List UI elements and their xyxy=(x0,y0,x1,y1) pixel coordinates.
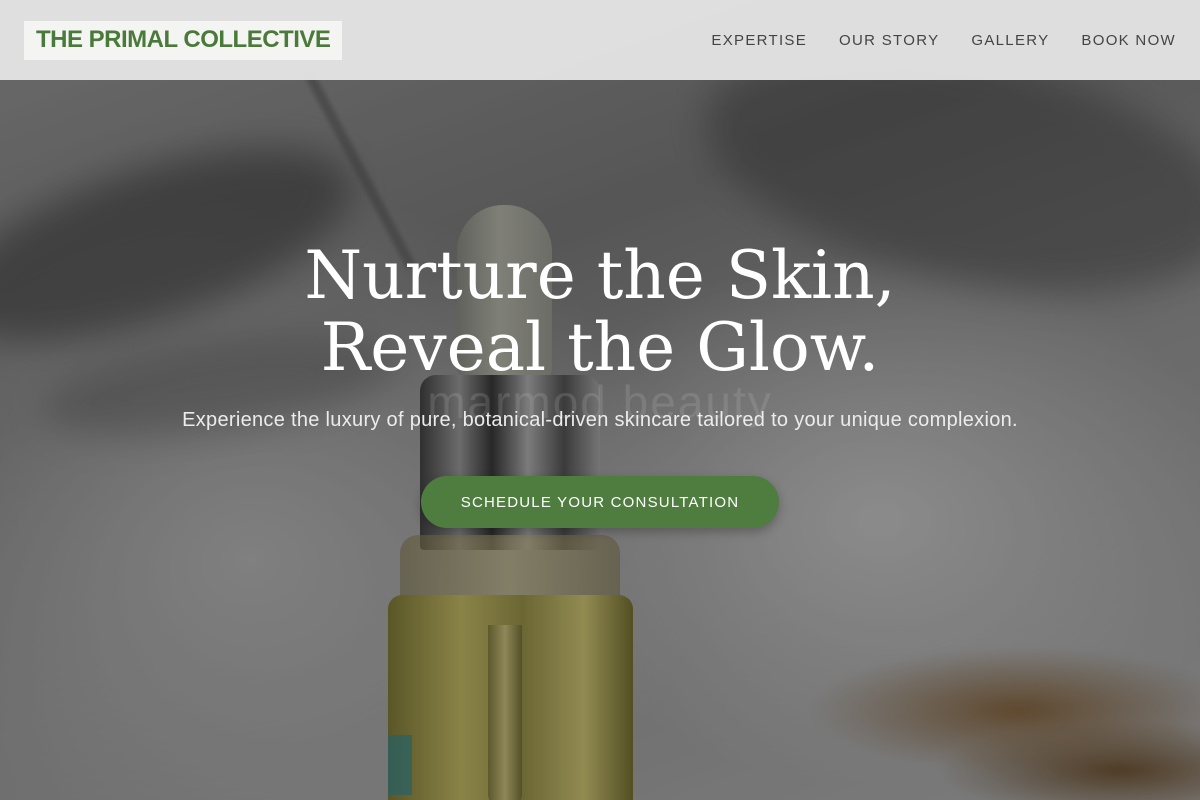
nav-expertise[interactable]: EXPERTISE xyxy=(711,32,807,49)
hero-headline-line-1: Nurture the Skin, xyxy=(304,237,896,314)
schedule-consultation-button[interactable]: SCHEDULE YOUR CONSULTATION xyxy=(420,476,780,528)
hero-headline: Nurture the Skin, Reveal the Glow. xyxy=(0,240,1200,384)
nav-gallery[interactable]: GALLERY xyxy=(971,32,1049,49)
brand-logo[interactable]: THE PRIMAL COLLECTIVE xyxy=(24,20,343,60)
nav-book-now[interactable]: BOOK NOW xyxy=(1081,32,1176,49)
hero-headline-line-2: Reveal the Glow. xyxy=(320,309,880,386)
site-header: THE PRIMAL COLLECTIVE EXPERTISE OUR STOR… xyxy=(0,0,1200,80)
nav-our-story[interactable]: OUR STORY xyxy=(839,32,939,49)
main-nav: EXPERTISE OUR STORY GALLERY BOOK NOW xyxy=(711,32,1176,49)
hero-subtext: Experience the luxury of pure, botanical… xyxy=(182,409,1018,431)
hero-section: Nurture the Skin, Reveal the Glow. Exper… xyxy=(0,240,1200,528)
